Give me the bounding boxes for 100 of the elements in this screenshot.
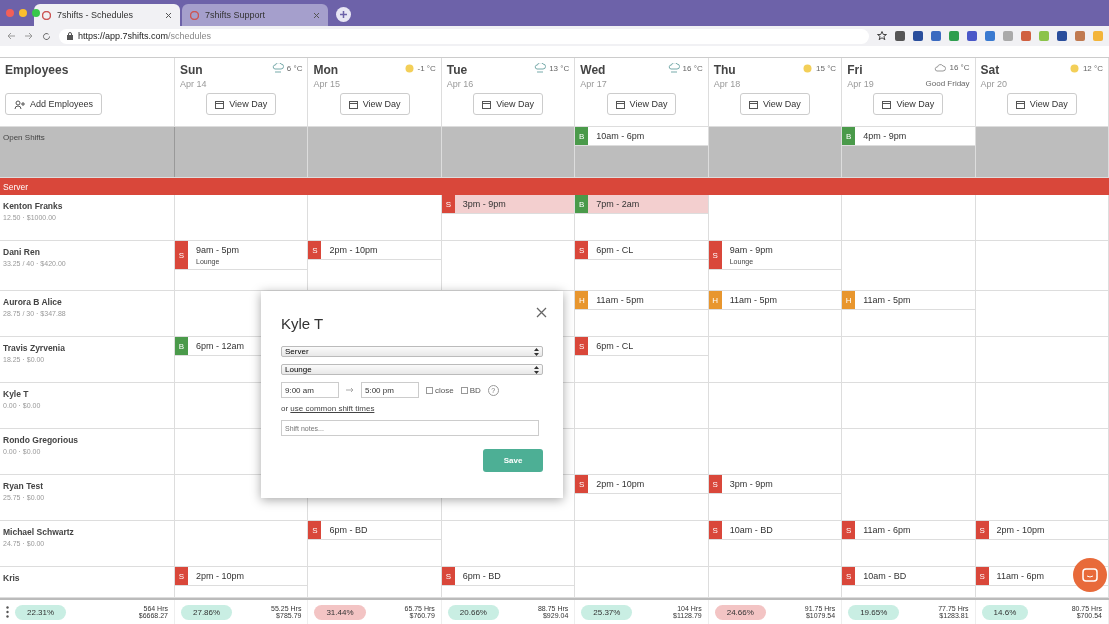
shift-time: 6pm - CL xyxy=(596,341,634,351)
select-arrows-icon xyxy=(534,365,539,374)
close-icon[interactable] xyxy=(536,307,547,318)
view-day-button[interactable]: View Day xyxy=(873,93,944,115)
labor-percent: 19.65% xyxy=(848,604,900,620)
role-tag: B xyxy=(175,337,188,355)
view-day-button[interactable]: View Day xyxy=(339,93,410,115)
common-times-link[interactable]: use common shift times xyxy=(290,404,375,413)
day-date: Apr 15 xyxy=(313,79,340,89)
day-date: Apr 19 xyxy=(847,79,874,89)
employee-name[interactable]: Dani Ren xyxy=(3,247,171,257)
role-select[interactable]: Server xyxy=(281,346,543,357)
shift-block[interactable]: S 6pm - CL xyxy=(575,337,708,356)
window-zoom-control[interactable] xyxy=(32,9,40,17)
reload-icon[interactable] xyxy=(42,31,51,41)
browser-tab[interactable]: 7shifts - Schedules xyxy=(34,4,180,26)
bd-checkbox[interactable]: BD xyxy=(460,385,481,395)
shift-block[interactable]: S 6pm - BD xyxy=(308,521,441,540)
role-tag: S xyxy=(175,241,188,269)
shift-block[interactable]: B 4pm - 9pm xyxy=(842,127,975,146)
role-tag: B xyxy=(575,127,589,145)
window-close-control[interactable] xyxy=(6,9,14,17)
close-icon[interactable] xyxy=(313,11,320,19)
view-day-button[interactable]: View Day xyxy=(206,93,277,115)
shift-block[interactable]: S 10am - BD xyxy=(842,567,975,586)
employee-name[interactable]: Kenton Franks xyxy=(3,201,171,211)
shift-block[interactable]: B 7pm - 2am xyxy=(575,195,708,214)
calendar-icon xyxy=(482,99,492,109)
employee-name[interactable]: Kris xyxy=(3,573,171,583)
lock-icon xyxy=(67,32,73,40)
view-day-button[interactable]: View Day xyxy=(473,93,543,115)
calendar-icon xyxy=(348,99,358,109)
labor-percent: 24.66% xyxy=(714,604,766,620)
role-tag: S xyxy=(842,567,856,585)
shift-block[interactable]: S 6pm - BD xyxy=(441,567,575,586)
shift-time: 11am - 5pm xyxy=(596,295,644,305)
view-day-button[interactable]: View Day xyxy=(1006,93,1077,115)
end-time-field[interactable]: 5:00 pm xyxy=(361,382,419,398)
shift-block[interactable]: S 2pm - 10pm xyxy=(975,521,1108,540)
employee-name[interactable]: Travis Zyrvenia xyxy=(3,343,171,353)
employee-name[interactable]: Michael Schwartz xyxy=(3,527,171,537)
address-field[interactable]: https://app.7shifts.com/schedules xyxy=(59,28,869,44)
temperature: 15 °C xyxy=(816,64,837,73)
back-arrow-icon[interactable] xyxy=(6,32,16,40)
start-time-field[interactable]: 9:00 am xyxy=(281,382,339,398)
shift-block[interactable]: B 10am - 6pm xyxy=(575,127,708,146)
forward-arrow-icon[interactable] xyxy=(24,32,34,40)
day-name: Sat xyxy=(980,63,1000,77)
shift-block[interactable]: S 3pm - 9pm xyxy=(441,195,575,214)
close-checkbox[interactable]: close xyxy=(426,385,454,395)
logo-icon xyxy=(42,10,51,20)
temperature: 12 °C xyxy=(1082,64,1103,73)
close-icon[interactable] xyxy=(165,11,172,19)
day-date: Apr 20 xyxy=(980,79,1008,89)
shift-block[interactable]: S 2pm - 10pm xyxy=(308,241,441,260)
calendar-icon xyxy=(882,99,892,109)
temperature: 16 °C xyxy=(949,63,970,72)
calendar-icon xyxy=(1015,99,1025,109)
new-tab-button[interactable] xyxy=(336,7,351,22)
role-tag: S xyxy=(175,567,188,585)
shift-time: 10am - BD xyxy=(729,525,773,535)
role-tag: B xyxy=(842,127,856,145)
day-date: Apr 14 xyxy=(180,79,207,89)
shift-time: 3pm - 9pm xyxy=(729,479,773,489)
shift-block[interactable]: H 11am - 5pm xyxy=(575,291,708,310)
department-bar: Server xyxy=(0,178,1109,195)
shift-time: 9am - 9pm xyxy=(729,245,773,255)
employee-name[interactable]: Aurora B Alice xyxy=(3,297,171,307)
shift-block[interactable]: H 11am - 5pm xyxy=(708,291,842,310)
day-name: Wed xyxy=(580,63,606,77)
labor-percent: 31.44% xyxy=(314,604,366,620)
shift-time: 10am - 6pm xyxy=(596,131,645,141)
add-employees-button[interactable]: Add Employees xyxy=(5,93,103,115)
shift-block[interactable]: S 11am - 6pm xyxy=(842,521,975,540)
calendar-icon xyxy=(615,99,625,109)
role-tag: S xyxy=(308,521,322,539)
shift-block[interactable]: S 2pm - 10pm xyxy=(575,475,708,494)
shift-time: 6pm - 12am xyxy=(196,341,245,351)
role-tag: H xyxy=(842,291,856,309)
employee-name[interactable]: Kyle T xyxy=(3,389,171,399)
shift-time: 11am - 5pm xyxy=(729,295,778,305)
shift-time: 6pm - CL xyxy=(596,245,634,255)
role-tag: S xyxy=(308,241,322,259)
shift-block[interactable]: S 6pm - CL xyxy=(575,241,708,260)
star-icon[interactable] xyxy=(877,31,887,41)
shift-block[interactable]: H 11am - 5pm xyxy=(842,291,975,310)
select-arrows-icon xyxy=(534,347,539,356)
shift-time: 10am - BD xyxy=(863,571,907,581)
more-icon[interactable] xyxy=(6,606,9,618)
window-minimize-control[interactable] xyxy=(19,9,27,17)
shift-block[interactable]: S 2pm - 10pm xyxy=(175,567,308,586)
view-day-button[interactable]: View Day xyxy=(740,93,810,115)
employee-name[interactable]: Rondo Gregorious xyxy=(3,435,171,445)
view-day-button[interactable]: View Day xyxy=(606,93,677,115)
shift-block[interactable]: S 10am - BD xyxy=(708,521,842,540)
employee-name[interactable]: Ryan Test xyxy=(3,481,171,491)
shift-time: 2pm - 10pm xyxy=(329,245,378,255)
browser-tab[interactable]: 7shifts Support xyxy=(182,4,328,26)
location-select[interactable]: Lounge xyxy=(281,364,543,375)
shift-block[interactable]: S 3pm - 9pm xyxy=(708,475,842,494)
